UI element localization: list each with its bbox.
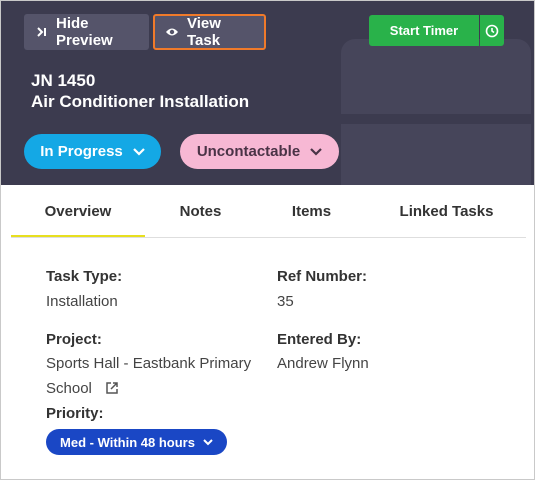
project-value-line2: School	[46, 380, 92, 397]
task-header: Hide Preview View Task Start Timer JN 14…	[1, 1, 534, 185]
task-type-label: Task Type:	[46, 268, 123, 285]
project-label: Project:	[46, 331, 102, 348]
tab-notes[interactable]: Notes	[145, 185, 256, 238]
status-dropdown[interactable]: In Progress	[24, 134, 161, 169]
chevron-down-icon	[203, 438, 213, 445]
entered-by-label: Entered By:	[277, 331, 362, 348]
tab-divider	[11, 237, 526, 238]
priority-dropdown[interactable]: Med - Within 48 hours	[46, 429, 227, 455]
view-task-label: View Task	[187, 15, 221, 49]
tab-overview[interactable]: Overview	[11, 185, 145, 238]
external-link-icon[interactable]	[105, 381, 119, 395]
status-label: In Progress	[40, 143, 123, 160]
eye-icon	[166, 28, 178, 36]
clock-icon	[485, 24, 499, 37]
ref-number-label: Ref Number:	[277, 268, 368, 285]
priority-value: Med - Within 48 hours	[60, 434, 195, 450]
timer-clock-button[interactable]	[480, 15, 504, 46]
contact-status-dropdown[interactable]: Uncontactable	[180, 134, 339, 169]
view-task-button[interactable]: View Task	[153, 14, 266, 50]
start-timer-button[interactable]: Start Timer	[369, 15, 479, 46]
tab-linked-tasks[interactable]: Linked Tasks	[367, 185, 526, 238]
chevron-down-icon	[310, 147, 322, 156]
task-type-value: Installation	[46, 293, 118, 310]
hide-preview-button[interactable]: Hide Preview	[24, 14, 149, 50]
contact-status-label: Uncontactable	[196, 143, 301, 160]
collapse-right-icon	[37, 27, 46, 37]
job-number: JN 1450	[31, 71, 96, 90]
start-timer-label: Start Timer	[389, 23, 459, 38]
task-preview-panel: Hide Preview View Task Start Timer JN 14…	[0, 0, 535, 480]
tab-items[interactable]: Items	[256, 185, 367, 238]
entered-by-value: Andrew Flynn	[277, 355, 369, 372]
ref-number-value: 35	[277, 293, 294, 310]
chevron-down-icon	[132, 147, 145, 156]
tab-bar: Overview Notes Items Linked Tasks	[1, 185, 534, 238]
priority-label: Priority:	[46, 405, 104, 422]
project-value-line1: Sports Hall - Eastbank Primary	[46, 355, 252, 372]
job-title: Air Conditioner Installation	[31, 92, 250, 111]
hide-preview-label: Hide Preview	[56, 15, 113, 49]
